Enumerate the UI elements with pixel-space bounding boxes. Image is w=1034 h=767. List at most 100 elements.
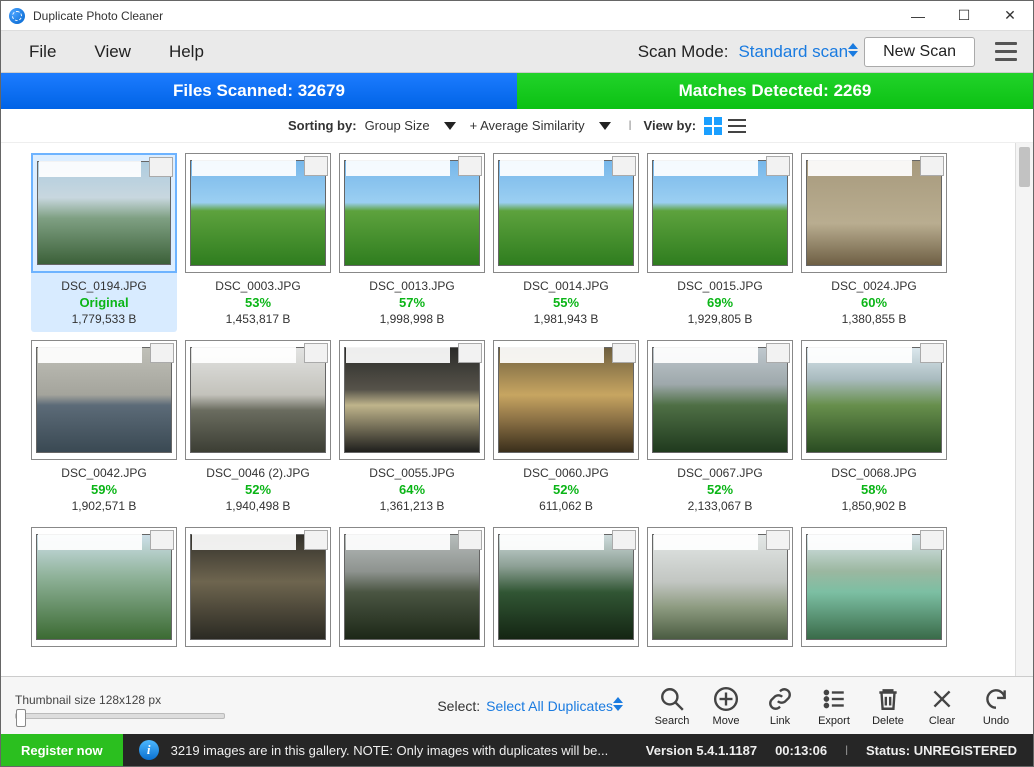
thumbnail-card[interactable]: DSC_0194.JPGOriginal1,779,533 B bbox=[31, 153, 177, 332]
thumbnail-frame[interactable] bbox=[801, 340, 947, 460]
delete-button[interactable]: Delete bbox=[865, 685, 911, 727]
file-size: 1,929,805 B bbox=[688, 312, 753, 326]
select-checkbox[interactable] bbox=[920, 343, 944, 363]
link-button[interactable]: Link bbox=[757, 685, 803, 727]
chevron-down-icon[interactable] bbox=[444, 122, 456, 130]
thumbnail-card[interactable]: DSC_0042.JPG59%1,902,571 B bbox=[31, 340, 177, 519]
thumbnail-card[interactable] bbox=[493, 527, 639, 653]
thumbnail-frame[interactable] bbox=[493, 340, 639, 460]
select-checkbox[interactable] bbox=[612, 530, 636, 550]
x-icon bbox=[928, 685, 956, 713]
select-checkbox[interactable] bbox=[304, 343, 328, 363]
list-view-icon[interactable] bbox=[728, 117, 746, 135]
sort-primary[interactable]: Group Size bbox=[365, 118, 430, 133]
thumbnail-card[interactable]: DSC_0003.JPG53%1,453,817 B bbox=[185, 153, 331, 332]
thumbnail-gallery[interactable]: DSC_0194.JPGOriginal1,779,533 BDSC_0003.… bbox=[1, 143, 1015, 676]
select-checkbox[interactable] bbox=[458, 530, 482, 550]
scrollbar[interactable] bbox=[1015, 143, 1033, 676]
clear-button[interactable]: Clear bbox=[919, 685, 965, 727]
hamburger-menu-icon[interactable] bbox=[989, 35, 1023, 69]
similarity-value: 57% bbox=[399, 295, 425, 310]
thumbnail-card[interactable] bbox=[801, 527, 947, 653]
thumbnail-frame[interactable] bbox=[339, 527, 485, 647]
export-button[interactable]: Export bbox=[811, 685, 857, 727]
thumbnail-frame[interactable] bbox=[31, 527, 177, 647]
thumbnail-frame[interactable] bbox=[339, 340, 485, 460]
move-button[interactable]: Move bbox=[703, 685, 749, 727]
minimize-button[interactable]: — bbox=[895, 1, 941, 31]
select-all-duplicates[interactable]: Select All Duplicates bbox=[486, 698, 619, 714]
slider-thumb[interactable] bbox=[16, 709, 26, 727]
matches-label: Matches Detected: bbox=[679, 81, 829, 101]
select-checkbox[interactable] bbox=[766, 343, 790, 363]
select-checkbox[interactable] bbox=[766, 530, 790, 550]
select-checkbox[interactable] bbox=[458, 156, 482, 176]
menu-view[interactable]: View bbox=[76, 36, 149, 68]
status-message: 3219 images are in this gallery. NOTE: O… bbox=[171, 743, 630, 758]
thumbnail-card[interactable] bbox=[31, 527, 177, 653]
thumbnail-card[interactable]: DSC_0055.JPG64%1,361,213 B bbox=[339, 340, 485, 519]
search-button[interactable]: Search bbox=[649, 685, 695, 727]
menu-help[interactable]: Help bbox=[151, 36, 222, 68]
thumbnail-frame[interactable] bbox=[185, 153, 331, 273]
thumbnail-frame[interactable] bbox=[185, 340, 331, 460]
select-checkbox[interactable] bbox=[458, 343, 482, 363]
select-checkbox[interactable] bbox=[150, 343, 174, 363]
select-checkbox[interactable] bbox=[920, 156, 944, 176]
titlebar: Duplicate Photo Cleaner — ☐ ✕ bbox=[1, 1, 1033, 31]
thumbnail-frame[interactable] bbox=[31, 340, 177, 460]
file-size: 611,062 B bbox=[539, 499, 593, 513]
scrollbar-thumb[interactable] bbox=[1019, 147, 1030, 187]
thumbnail-card[interactable]: DSC_0068.JPG58%1,850,902 B bbox=[801, 340, 947, 519]
thumbnail-frame[interactable] bbox=[647, 527, 793, 647]
version-label: Version 5.4.1.1187 bbox=[646, 743, 757, 758]
select-checkbox[interactable] bbox=[304, 156, 328, 176]
select-checkbox[interactable] bbox=[149, 157, 173, 177]
close-button[interactable]: ✕ bbox=[987, 1, 1033, 31]
file-name: DSC_0042.JPG bbox=[61, 466, 146, 480]
select-checkbox[interactable] bbox=[920, 530, 944, 550]
thumbnail-card[interactable]: DSC_0013.JPG57%1,998,998 B bbox=[339, 153, 485, 332]
chevron-down-icon[interactable] bbox=[599, 122, 611, 130]
select-label: Select: bbox=[437, 698, 480, 714]
thumbnail-frame[interactable] bbox=[801, 527, 947, 647]
select-checkbox[interactable] bbox=[766, 156, 790, 176]
thumbnail-frame[interactable] bbox=[185, 527, 331, 647]
thumbnail-frame[interactable] bbox=[647, 340, 793, 460]
thumbnail-frame[interactable] bbox=[801, 153, 947, 273]
select-checkbox[interactable] bbox=[612, 156, 636, 176]
select-checkbox[interactable] bbox=[304, 530, 328, 550]
thumbnail-card[interactable]: DSC_0046 (2).JPG52%1,940,498 B bbox=[185, 340, 331, 519]
new-scan-button[interactable]: New Scan bbox=[864, 37, 975, 67]
select-checkbox[interactable] bbox=[150, 530, 174, 550]
thumbnail-size-slider[interactable] bbox=[15, 713, 225, 719]
scan-mode-dropdown[interactable]: Standard scan bbox=[738, 42, 854, 62]
trash-icon bbox=[874, 685, 902, 713]
thumbnail-frame[interactable] bbox=[493, 153, 639, 273]
register-now-button[interactable]: Register now bbox=[1, 734, 123, 766]
thumbnail-card[interactable]: DSC_0014.JPG55%1,981,943 B bbox=[493, 153, 639, 332]
thumbnail-card[interactable] bbox=[185, 527, 331, 653]
thumbnail-card[interactable]: DSC_0060.JPG52%611,062 B bbox=[493, 340, 639, 519]
menu-file[interactable]: File bbox=[11, 36, 74, 68]
maximize-button[interactable]: ☐ bbox=[941, 1, 987, 31]
thumbnail-frame[interactable] bbox=[647, 153, 793, 273]
undo-button[interactable]: Undo bbox=[973, 685, 1019, 727]
file-size: 1,940,498 B bbox=[226, 499, 291, 513]
list-icon bbox=[820, 685, 848, 713]
thumbnail-frame[interactable] bbox=[31, 153, 177, 273]
thumbnail-card[interactable]: DSC_0024.JPG60%1,380,855 B bbox=[801, 153, 947, 332]
file-size: 2,133,067 B bbox=[688, 499, 753, 513]
thumbnail-card[interactable] bbox=[339, 527, 485, 653]
select-checkbox[interactable] bbox=[612, 343, 636, 363]
file-name: DSC_0013.JPG bbox=[369, 279, 454, 293]
thumbnail-frame[interactable] bbox=[493, 527, 639, 647]
plus-circle-icon bbox=[712, 685, 740, 713]
thumbnail-card[interactable] bbox=[647, 527, 793, 653]
thumbnail-card[interactable]: DSC_0015.JPG69%1,929,805 B bbox=[647, 153, 793, 332]
thumbnail-frame[interactable] bbox=[339, 153, 485, 273]
thumbnail-card[interactable]: DSC_0067.JPG52%2,133,067 B bbox=[647, 340, 793, 519]
info-icon: i bbox=[139, 740, 159, 760]
sort-secondary[interactable]: + Average Similarity bbox=[470, 118, 585, 133]
grid-view-icon[interactable] bbox=[704, 117, 722, 135]
